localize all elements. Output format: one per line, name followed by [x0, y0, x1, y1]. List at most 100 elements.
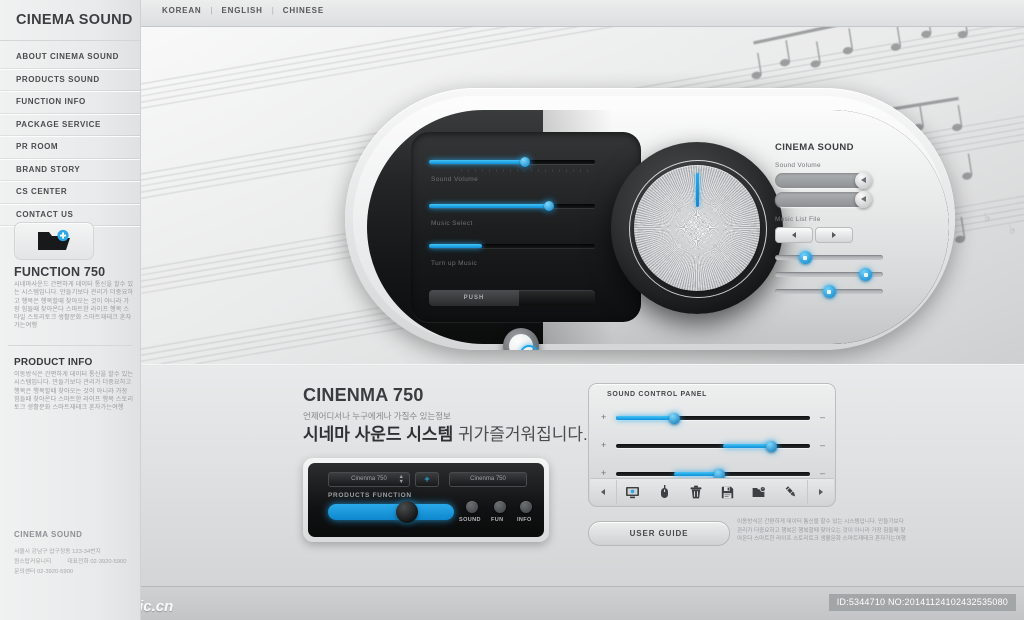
chevron-right-icon: [832, 232, 836, 238]
sound-round-button[interactable]: [466, 501, 478, 513]
language-english[interactable]: ENGLISH: [222, 6, 263, 15]
scp-track-1[interactable]: [616, 412, 810, 424]
fun-round-button[interactable]: [494, 501, 506, 513]
product-select-right[interactable]: Cinenma 750: [449, 472, 527, 487]
sidebar-item-pr-room[interactable]: PR ROOM: [0, 136, 140, 159]
trash-icon[interactable]: [687, 484, 705, 500]
products-panel-inner: Cinenma 750 ▲ ▼ + Cinenma 750 PRODUCTS FU…: [308, 463, 544, 537]
slider-track-turn-up-music[interactable]: [429, 244, 595, 248]
monitor-icon[interactable]: [624, 484, 642, 500]
footer-tel: 02-3920-5900: [90, 559, 127, 565]
light-slider-knob[interactable]: [822, 285, 836, 298]
lower-main-copy: 시네마 사운드 시스템 귀가즐거워집니다.: [303, 420, 588, 445]
scp-knob[interactable]: [766, 440, 778, 452]
info-round-button[interactable]: [520, 501, 532, 513]
sound-control-panel-title: SOUND CONTROL PANEL: [607, 391, 708, 398]
knob-outer-ring: [611, 142, 783, 314]
folder-add-icon: [38, 229, 70, 250]
user-guide-description: 이동방식은 간편하게 데이터 통신을 할수 있는 시스템입니다. 만들기보다 관…: [737, 519, 906, 543]
language-korean[interactable]: KOREAN: [162, 6, 201, 15]
scp-fill: [722, 444, 772, 448]
knob-face[interactable]: [634, 165, 760, 291]
slider-label-turn-up-music: Turn up Music: [431, 260, 478, 267]
sound-control-panel: SOUND CONTROL PANEL + – + – + –: [588, 383, 836, 507]
sidebar-item-about[interactable]: ABOUT CINEMA SOUND: [0, 46, 140, 69]
footer-tel-label: 대표전화: [67, 559, 89, 565]
footer-contact: 서울시 강남구 압구정동 123-34번지 원스탑커뮤니티 대표전화 02-392…: [14, 547, 126, 577]
chevron-left-icon: [601, 489, 605, 495]
scp-fill: [616, 416, 675, 420]
pencil-icon[interactable]: [782, 484, 800, 500]
sound-button-label: SOUND: [459, 517, 481, 523]
sidebar-item-cs-center[interactable]: CS CENTER: [0, 181, 140, 204]
slider-label-music-select: Music Select: [431, 220, 473, 227]
scp-toolbar: [590, 478, 834, 505]
function-body: 시네마사운드 간편하게 데이터 통신을 할수 있는 시스템입니다. 만들기보다 …: [14, 281, 134, 330]
scp-track-3[interactable]: [616, 468, 810, 480]
footer-company-row: 원스탑커뮤니티 대표전화 02-3920-5900: [14, 557, 126, 567]
lower-top-edge: [140, 364, 1024, 366]
hero-background: ♯ ♮ ♭ ♭ ♯: [140, 26, 1024, 364]
brand-divider: [0, 40, 140, 41]
product-select-left[interactable]: Cinenma 750 ▲ ▼: [328, 472, 410, 487]
folder-clock-icon[interactable]: [750, 484, 768, 500]
sidebar-item-function-info[interactable]: FUNCTION INFO: [0, 91, 140, 114]
light-slider-1[interactable]: [775, 251, 883, 264]
footer-brand: CINEMA SOUND: [14, 530, 83, 539]
scp-minus-icon[interactable]: –: [820, 469, 825, 478]
light-slider-2[interactable]: [775, 268, 883, 281]
slider-track-sound-volume[interactable]: [429, 157, 595, 167]
slider-track-music-select[interactable]: [429, 201, 595, 211]
products-function-knob[interactable]: [396, 501, 418, 523]
sidebar-item-brand-story[interactable]: BRAND STORY: [0, 159, 140, 181]
slider-knob[interactable]: [520, 157, 531, 167]
slider-knob[interactable]: [543, 201, 554, 211]
light-slider-knob[interactable]: [798, 251, 812, 264]
pill-slider-2[interactable]: [775, 191, 872, 208]
scp-plus-icon[interactable]: +: [601, 441, 606, 450]
mouse-icon[interactable]: [655, 484, 673, 500]
main-volume-knob[interactable]: [611, 142, 783, 314]
scp-track-2[interactable]: [616, 440, 810, 452]
power-button-inner: [509, 334, 538, 350]
toolbar-next-button[interactable]: [807, 480, 834, 504]
sidebar: CINEMA SOUND ABOUT CINEMA SOUND PRODUCTS…: [0, 0, 141, 620]
slider-fill: [429, 160, 526, 164]
scp-minus-icon[interactable]: –: [820, 413, 825, 422]
scp-plus-icon[interactable]: +: [601, 413, 606, 422]
push-button[interactable]: PUSH: [429, 290, 595, 306]
scp-plus-icon[interactable]: +: [601, 469, 606, 478]
toolbar-icon-group: [617, 484, 807, 500]
scp-knob[interactable]: [669, 412, 681, 424]
lower-main-light: 귀가즐거워집니다.: [453, 425, 588, 444]
user-guide-button[interactable]: USER GUIDE: [588, 521, 730, 546]
pill-knob[interactable]: [855, 191, 872, 208]
knob-indicator: [696, 173, 699, 207]
language-chinese[interactable]: CHINESE: [283, 6, 324, 15]
music-prev-button[interactable]: [775, 227, 813, 243]
slider-fill: [429, 244, 483, 248]
music-list-nav: [775, 227, 925, 243]
info-button-label: INFO: [517, 517, 532, 523]
product-info-body: 이동방식은 간편하게 데이터 통신을 할수 있는 시스템입니다. 만들기보다 관…: [14, 371, 134, 412]
sidebar-item-products[interactable]: PRODUCTS SOUND: [0, 69, 140, 91]
light-slider-3[interactable]: [775, 285, 883, 298]
pill-slider-1[interactable]: [775, 172, 872, 189]
lower-main-strong: 시네마 사운드 시스템: [303, 425, 454, 444]
image-id-badge: ID:5344710 NO:20141124102432535080: [828, 594, 1016, 611]
push-button-label: PUSH: [463, 295, 485, 301]
products-function-slider[interactable]: [328, 504, 454, 520]
sidebar-item-package-service[interactable]: PACKAGE SERVICE: [0, 114, 140, 136]
lower-section: [140, 364, 1024, 586]
pill-knob[interactable]: [855, 172, 872, 189]
toolbar-prev-button[interactable]: [590, 480, 617, 504]
light-slider-knob[interactable]: [859, 268, 873, 281]
lower-headline: CINENMA 750: [303, 385, 424, 405]
add-product-button[interactable]: +: [415, 472, 439, 487]
save-icon[interactable]: [719, 484, 737, 500]
language-separator: |: [271, 6, 274, 15]
slider-label-sound-volume: Sound Volume: [431, 176, 479, 183]
function-icon-card[interactable]: [14, 222, 94, 260]
scp-minus-icon[interactable]: –: [820, 441, 825, 450]
music-next-button[interactable]: [815, 227, 853, 243]
